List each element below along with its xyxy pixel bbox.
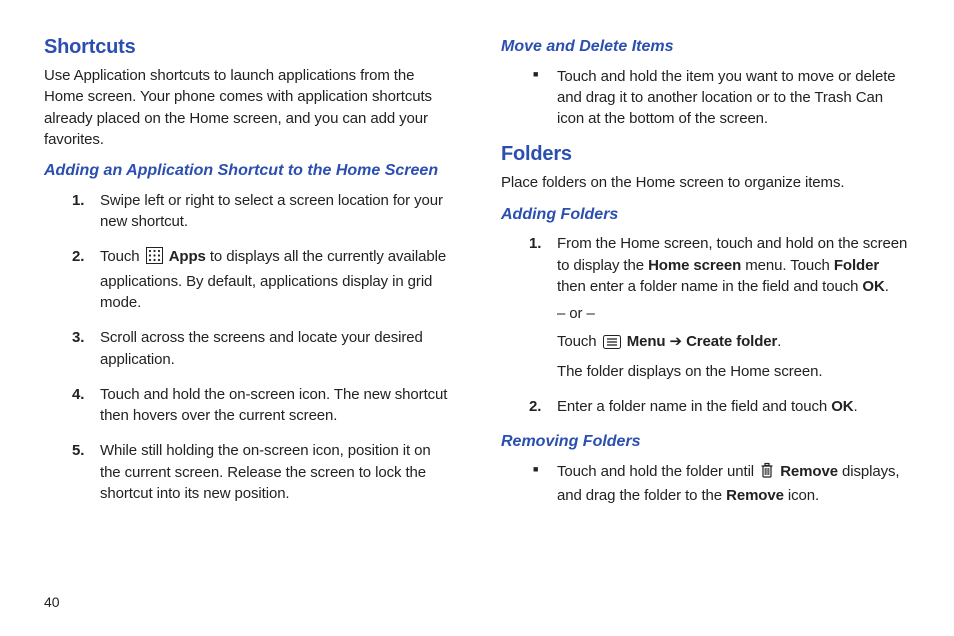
ok-label: OK — [831, 398, 853, 415]
right-column: Move and Delete Items Touch and hold the… — [501, 36, 910, 521]
step-text: Touch and hold the on-screen icon. The n… — [100, 386, 447, 424]
create-folder-label: Create folder — [686, 333, 777, 350]
step-2: 2. Touch Apps to displays all the curren… — [72, 246, 453, 313]
step-number: 1. — [72, 190, 84, 211]
adding-folders-steps: 1. From the Home screen, touch and hold … — [529, 233, 910, 417]
move-delete-list: Touch and hold the item you want to move… — [529, 66, 910, 130]
step-text-pre: Touch — [100, 248, 144, 265]
step-text: While still holding the on-screen icon, … — [100, 442, 431, 502]
subheading-add-shortcut: Adding an Application Shortcut to the Ho… — [44, 160, 453, 182]
step-5: 5. While still holding the on-screen ico… — [72, 440, 453, 504]
text-mid2: then enter a folder name in the field an… — [557, 278, 862, 295]
text-end: . — [854, 398, 858, 415]
step-number: 1. — [529, 233, 541, 254]
heading-folders: Folders — [501, 143, 910, 166]
step-4: 4. Touch and hold the on-screen icon. Th… — [72, 384, 453, 427]
remove-label-2: Remove — [726, 487, 784, 504]
text-mid1: menu. Touch — [741, 257, 834, 274]
menu-icon — [603, 334, 621, 355]
text-pre: Enter a folder name in the field and tou… — [557, 398, 831, 415]
step-text: Swipe left or right to select a screen l… — [100, 192, 443, 230]
step-1: 1. Swipe left or right to select a scree… — [72, 190, 453, 233]
step-1: 1. From the Home screen, touch and hold … — [529, 233, 910, 382]
text-end: . — [777, 333, 781, 350]
step-text: Scroll across the screens and locate you… — [100, 329, 423, 367]
step-number: 2. — [72, 246, 84, 267]
trash-icon — [760, 462, 774, 485]
step-3: 3. Scroll across the screens and locate … — [72, 327, 453, 370]
move-delete-bullet: Touch and hold the item you want to move… — [529, 66, 910, 130]
home-screen-label: Home screen — [648, 257, 741, 274]
removing-folders-list: Touch and hold the folder until Remove d… — [529, 461, 910, 507]
subheading-adding-folders: Adding Folders — [501, 204, 910, 226]
remove-label: Remove — [780, 463, 838, 480]
step-number: 2. — [529, 396, 541, 417]
or-divider: – or – — [557, 303, 910, 324]
subheading-move-delete: Move and Delete Items — [501, 36, 910, 58]
text-pre: Touch and hold the folder until — [557, 463, 758, 480]
step-number: 4. — [72, 384, 84, 405]
add-shortcut-steps: 1. Swipe left or right to select a scree… — [72, 190, 453, 505]
step-number: 5. — [72, 440, 84, 461]
arrow-icon: ➔ — [665, 333, 686, 350]
remove-folder-bullet: Touch and hold the folder until Remove d… — [529, 461, 910, 507]
text-end: . — [885, 278, 889, 295]
subheading-removing-folders: Removing Folders — [501, 431, 910, 453]
apps-grid-icon — [146, 247, 163, 270]
folder-label: Folder — [834, 257, 879, 274]
step-2: 2. Enter a folder name in the field and … — [529, 396, 910, 417]
text-end: icon. — [784, 487, 819, 504]
text-pre: Touch — [557, 333, 601, 350]
alt-instruction: Touch Menu ➔ Create folder. — [557, 331, 910, 355]
menu-label: Menu — [627, 333, 666, 350]
folders-intro: Place folders on the Home screen to orga… — [501, 172, 910, 193]
ok-label: OK — [862, 278, 884, 295]
result-text: The folder displays on the Home screen. — [557, 361, 910, 382]
step-number: 3. — [72, 327, 84, 348]
page-number: 40 — [44, 594, 60, 610]
apps-label: Apps — [169, 248, 206, 265]
shortcuts-intro: Use Application shortcuts to launch appl… — [44, 65, 453, 150]
page-columns: Shortcuts Use Application shortcuts to l… — [44, 36, 910, 521]
heading-shortcuts: Shortcuts — [44, 36, 453, 59]
left-column: Shortcuts Use Application shortcuts to l… — [44, 36, 453, 521]
bullet-text: Touch and hold the item you want to move… — [557, 68, 896, 128]
